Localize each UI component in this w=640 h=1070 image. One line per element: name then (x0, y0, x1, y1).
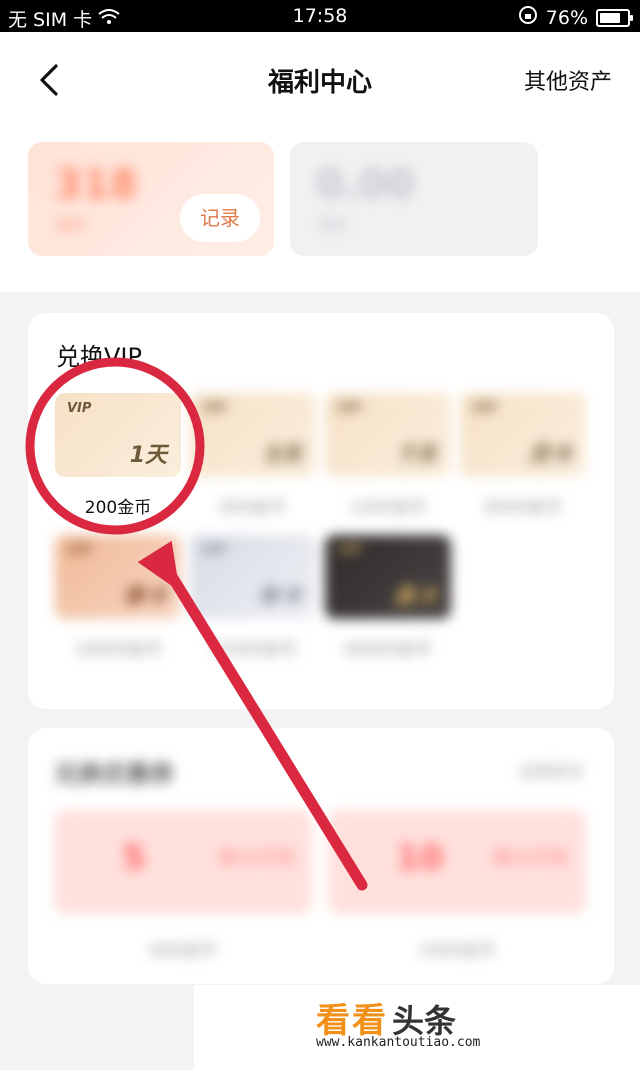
vip-card: VIP 季卡 (55, 535, 181, 619)
cash-balance-label: 现金 (318, 216, 349, 234)
coupon-amount: 10 (396, 838, 444, 878)
coupon-condition: 满50可用 (491, 848, 568, 869)
vip-price: 18000金币 (73, 640, 163, 660)
record-button[interactable]: 记录 (180, 194, 260, 242)
battery-fill (600, 12, 620, 23)
coupon-section: 兑换优惠券 查看更多 5 满30可用 10 满50可用 600金币 1000金币 (28, 728, 614, 984)
watermark: 看看 头条 www.kankantoutiao.com (194, 985, 640, 1070)
vip-card: VIP 月卡 (460, 393, 586, 477)
vip-price: 6000金币 (484, 498, 562, 518)
coupon-condition: 满30可用 (217, 848, 294, 869)
vip-price: 98000金币 (343, 640, 433, 660)
vip-tag: VIP (337, 401, 362, 416)
vip-tag: VIP (67, 543, 92, 558)
vip-duration: 1天 (129, 443, 167, 468)
vip-duration: 月卡 (527, 443, 572, 468)
vip-option-1day[interactable]: VIP 1天 200金币 (55, 393, 181, 518)
vip-option-7day[interactable]: VIP 7天 1400金币 (325, 393, 451, 518)
vip-tag: VIP (202, 401, 227, 416)
vip-price: 72000金币 (208, 640, 298, 660)
vip-card: VIP 年卡 (190, 535, 316, 619)
vip-card: VIP 7天 (325, 393, 451, 477)
coupon-price: 1000金币 (418, 941, 496, 961)
vip-option-black[interactable]: VIP 黑卡 98000金币 (325, 535, 451, 660)
vip-option-quarter[interactable]: VIP 季卡 18000金币 (55, 535, 181, 660)
vip-option-month[interactable]: VIP 月卡 6000金币 (460, 393, 586, 518)
battery-percent: 76% (545, 6, 588, 29)
header: 福利中心 其他资产 318 金币 0.00 现金 记录 (0, 32, 640, 292)
vip-option-3day[interactable]: VIP 3天 600金币 (190, 393, 316, 518)
vip-duration: 黑卡 (392, 585, 437, 610)
coupon-card[interactable]: 5 满30可用 (54, 810, 312, 914)
vip-duration: 3天 (264, 443, 302, 468)
vip-exchange-section: 兑换VIP VIP 1天 200金币 VIP 3天 600金币 VIP 7天 1… (28, 313, 614, 709)
vip-price: 200金币 (84, 498, 152, 518)
coupon-section-title: 兑换优惠券 (54, 760, 174, 788)
vip-card: VIP 1天 (55, 393, 181, 477)
coupon-more-link[interactable]: 查看更多 (520, 758, 584, 782)
coupon-card[interactable]: 10 满50可用 (328, 810, 586, 914)
vip-option-year[interactable]: VIP 年卡 72000金币 (190, 535, 316, 660)
watermark-url: www.kankantoutiao.com (316, 1035, 481, 1050)
coin-balance-label: 金币 (56, 216, 87, 234)
coupon-price: 600金币 (149, 941, 217, 961)
vip-card: VIP 3天 (190, 393, 316, 477)
vip-tag: VIP (67, 401, 92, 416)
vip-duration: 年卡 (257, 585, 302, 610)
other-assets-link[interactable]: 其他资产 (524, 64, 612, 96)
vip-duration: 7天 (399, 443, 437, 468)
coin-balance-value: 318 (54, 162, 138, 208)
coupon-amount: 5 (122, 838, 146, 878)
vip-tag: VIP (337, 543, 362, 558)
vip-price: 600金币 (219, 498, 287, 518)
battery-icon (596, 8, 633, 27)
vip-tag: VIP (202, 543, 227, 558)
vip-tag: VIP (472, 401, 497, 416)
vip-card: VIP 黑卡 (325, 535, 451, 619)
vip-section-title: 兑换VIP (56, 343, 142, 371)
rotation-lock-icon (518, 5, 538, 30)
status-bar: 无 SIM 卡 17:58 76% (0, 0, 640, 32)
cash-balance-card[interactable]: 0.00 现金 (290, 142, 538, 256)
vip-duration: 季卡 (122, 585, 167, 610)
cash-balance-value: 0.00 (316, 162, 415, 208)
vip-price: 1400金币 (349, 498, 427, 518)
